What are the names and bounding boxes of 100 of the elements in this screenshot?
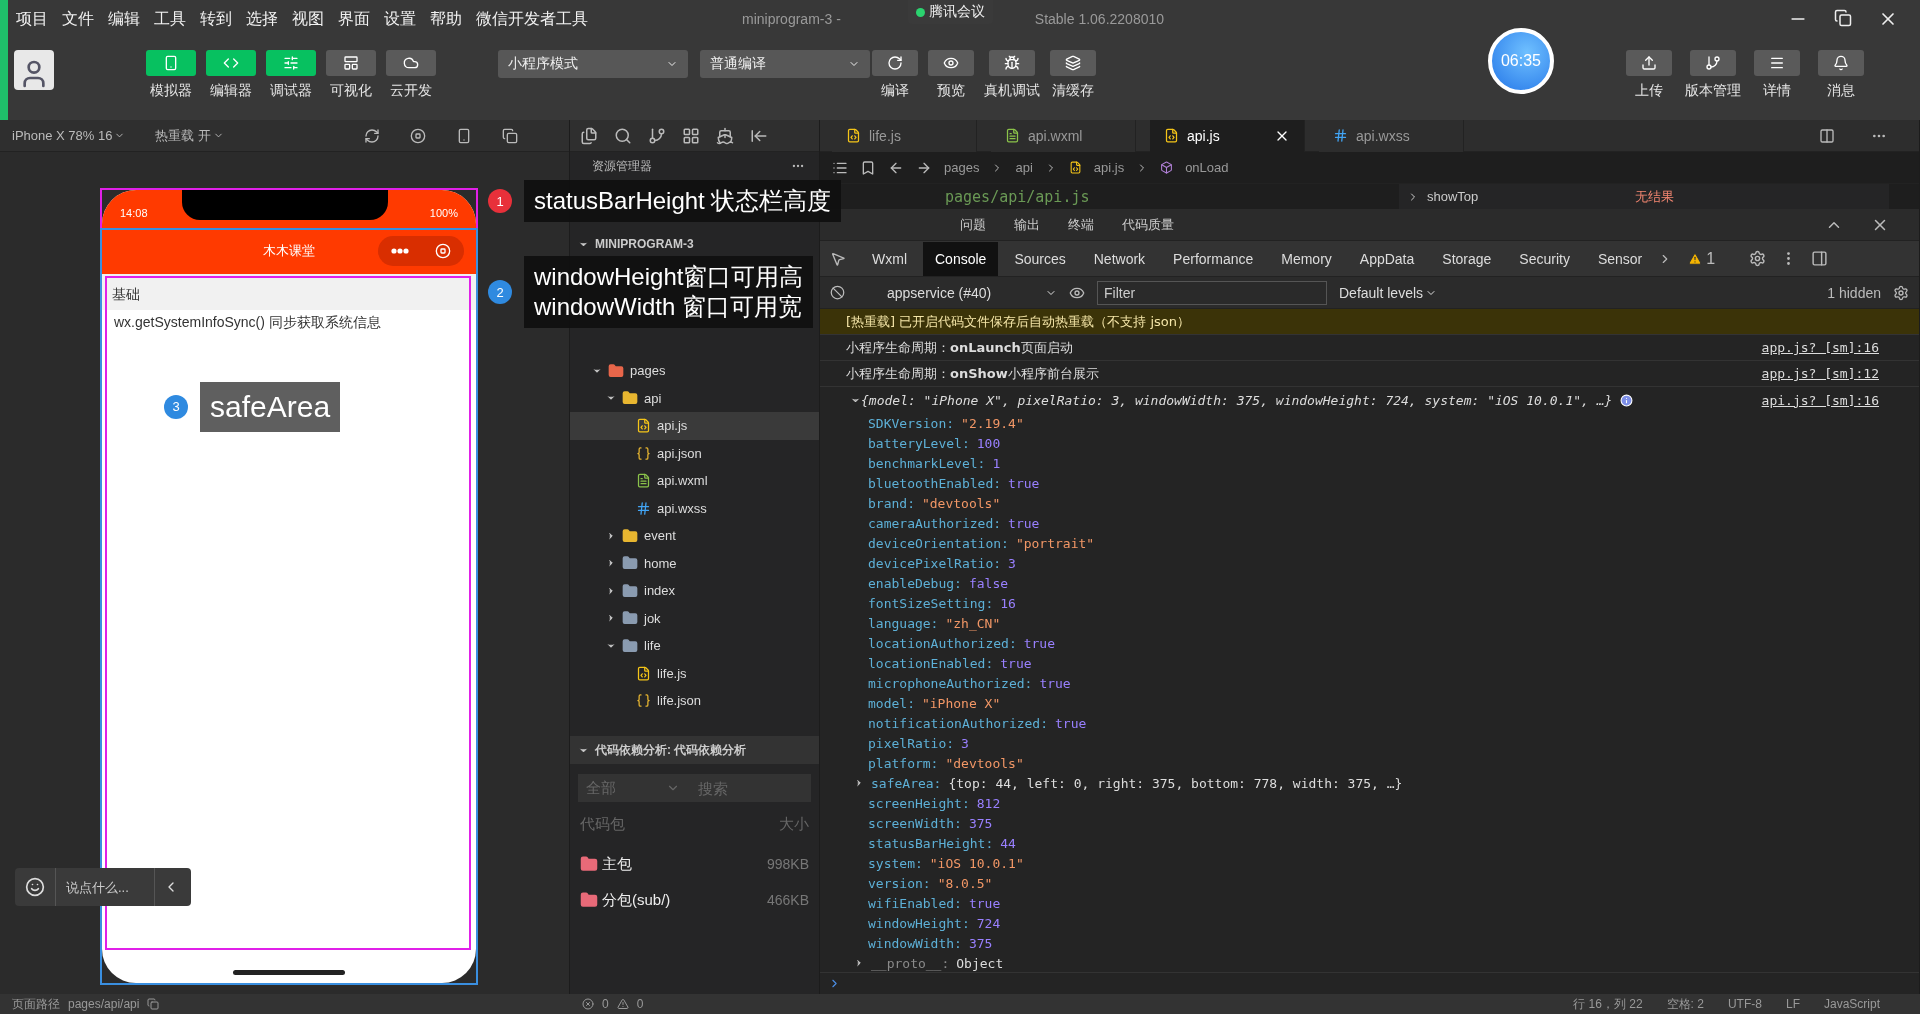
smiley-icon[interactable] <box>25 877 45 897</box>
compile-select[interactable]: 普通编译 <box>700 50 870 78</box>
menu-item[interactable]: 工具 <box>154 8 186 30</box>
menu-item[interactable]: 界面 <box>338 8 370 30</box>
breadcrumb-item[interactable]: onLoad <box>1185 160 1229 175</box>
breadcrumb-item[interactable]: api <box>1015 160 1033 175</box>
toolbar-button[interactable] <box>872 50 918 76</box>
editor-tab[interactable]: api.wxss <box>1319 119 1464 152</box>
expand-icon[interactable] <box>854 958 864 968</box>
tree-item[interactable]: life.json <box>570 687 819 715</box>
page-path-select[interactable]: 页面路径 <box>12 995 60 1013</box>
clear-icon[interactable] <box>830 285 845 300</box>
menu-item[interactable]: 微信开发者工具 <box>476 8 588 30</box>
status-item[interactable]: 空格: 2 <box>1666 995 1704 1013</box>
toolbar-button[interactable] <box>928 50 974 76</box>
menu-item[interactable]: 帮助 <box>430 8 462 30</box>
refresh-icon[interactable] <box>364 127 381 144</box>
source-link[interactable]: app.js? [sm]:12 <box>1761 366 1879 381</box>
tree-item[interactable]: life <box>570 632 819 660</box>
files-icon[interactable] <box>580 126 598 145</box>
ship-icon[interactable] <box>716 126 734 145</box>
tree-item[interactable]: api <box>570 384 819 412</box>
tree-item[interactable]: event <box>570 522 819 550</box>
stop-icon[interactable] <box>410 127 427 144</box>
toolbar-button[interactable] <box>326 50 376 76</box>
settings-icon[interactable] <box>1749 250 1767 267</box>
tree-item[interactable]: pages <box>570 357 819 385</box>
bookmark-icon[interactable] <box>860 159 876 176</box>
devtools-tab[interactable]: Sources <box>1002 241 1078 276</box>
status-item[interactable]: UTF-8 <box>1727 997 1762 1011</box>
extensions-icon[interactable] <box>682 126 700 145</box>
breadcrumb-item[interactable]: pages <box>944 160 980 175</box>
source-link[interactable]: app.js? [sm]:16 <box>1761 340 1879 355</box>
package-row[interactable]: 主包 998KB <box>570 846 819 882</box>
device-select[interactable]: iPhone X 78% 16 <box>12 128 126 143</box>
panel-tab[interactable]: 代码质量 <box>1122 215 1174 234</box>
panel-tab[interactable]: 终端 <box>1068 215 1094 234</box>
dock-icon[interactable] <box>1811 250 1829 267</box>
tree-item[interactable]: home <box>570 549 819 577</box>
tree-item[interactable]: api.wxss <box>570 494 819 522</box>
devtools-tab[interactable]: Memory <box>1269 241 1344 276</box>
tree-item[interactable]: index <box>570 577 819 605</box>
toolbar-button[interactable] <box>1626 50 1672 76</box>
devtools-tab[interactable]: Network <box>1081 241 1158 276</box>
toolbar-button[interactable] <box>1690 50 1736 76</box>
editor-tab[interactable]: api.js <box>1150 119 1305 152</box>
inspect-icon[interactable] <box>830 250 846 267</box>
menu-item[interactable]: 转到 <box>200 8 232 30</box>
restore-icon[interactable] <box>1834 9 1852 27</box>
tree-item[interactable]: jok <box>570 604 819 632</box>
menu-item[interactable]: 选择 <box>246 8 278 30</box>
editor-tab[interactable]: life.js <box>832 119 977 152</box>
hot-reload-select[interactable]: 热重载 开 <box>155 126 225 145</box>
chat-field[interactable]: 说点什么... <box>15 868 191 906</box>
tree-item[interactable]: api.js <box>570 412 819 440</box>
section-header[interactable]: 代码依赖分析: 代码依赖分析 <box>570 736 819 764</box>
editor-tab[interactable]: api.wxml <box>991 119 1136 152</box>
status-item[interactable]: JavaScript <box>1823 997 1880 1011</box>
tree-item[interactable]: life.js <box>570 659 819 687</box>
source-link[interactable]: api.js? [sm]:16 <box>1761 392 1879 408</box>
toolbar-button[interactable] <box>1818 50 1864 76</box>
filter-input[interactable]: Filter <box>1097 280 1327 305</box>
breadcrumb-item[interactable]: api.js <box>1093 160 1125 175</box>
menu-item[interactable]: 项目 <box>16 8 48 30</box>
context-select[interactable]: appservice (#40) <box>887 284 1057 301</box>
search-icon[interactable] <box>614 126 632 145</box>
panel-tab[interactable]: 问题 <box>960 215 986 234</box>
devtools-tab[interactable]: Console <box>923 241 999 276</box>
settings-icon[interactable] <box>1893 284 1909 301</box>
mode-select[interactable]: 小程序模式 <box>498 50 688 78</box>
toolbar-button[interactable] <box>1754 50 1800 76</box>
menu-item[interactable]: 编辑 <box>108 8 140 30</box>
menu-item[interactable]: 文件 <box>62 8 94 30</box>
menu-item[interactable]: 视图 <box>292 8 324 30</box>
chat-input[interactable]: 说点什么... <box>55 868 155 906</box>
devtools-tab[interactable]: Sensor <box>1585 241 1655 276</box>
tree-item[interactable]: api.json <box>570 439 819 467</box>
devtools-tab[interactable]: AppData <box>1347 241 1427 276</box>
capsule-button[interactable] <box>378 236 464 266</box>
devtools-tab[interactable]: Security <box>1507 241 1582 276</box>
copy-icon[interactable] <box>147 998 160 1010</box>
levels-select[interactable]: Default levels <box>1339 284 1438 301</box>
split-icon[interactable] <box>1819 127 1835 144</box>
menu-item[interactable]: 设置 <box>384 8 416 30</box>
toolbar-button[interactable] <box>386 50 436 76</box>
toolbar-button[interactable] <box>1050 50 1096 76</box>
status-item[interactable]: LF <box>1785 997 1800 1011</box>
copy-icon[interactable] <box>502 127 519 144</box>
find-input[interactable]: showTop <box>1427 189 1627 204</box>
package-row[interactable]: 分包(sub/) 466KB <box>570 882 819 918</box>
panel-tab[interactable]: 输出 <box>1014 215 1040 234</box>
devtools-tab[interactable]: Performance <box>1161 241 1266 276</box>
project-header[interactable]: MINIPROGRAM-3 <box>570 233 819 255</box>
devtools-tab[interactable]: Wxml <box>860 241 919 276</box>
toolbar-button[interactable] <box>989 50 1035 76</box>
devtools-tab[interactable]: Storage <box>1430 241 1504 276</box>
tree-item[interactable]: api.wxml <box>570 467 819 495</box>
expand-icon[interactable] <box>854 778 864 788</box>
branch-icon[interactable] <box>648 126 666 145</box>
status-item[interactable]: 行 16，列 22 <box>1573 995 1643 1013</box>
